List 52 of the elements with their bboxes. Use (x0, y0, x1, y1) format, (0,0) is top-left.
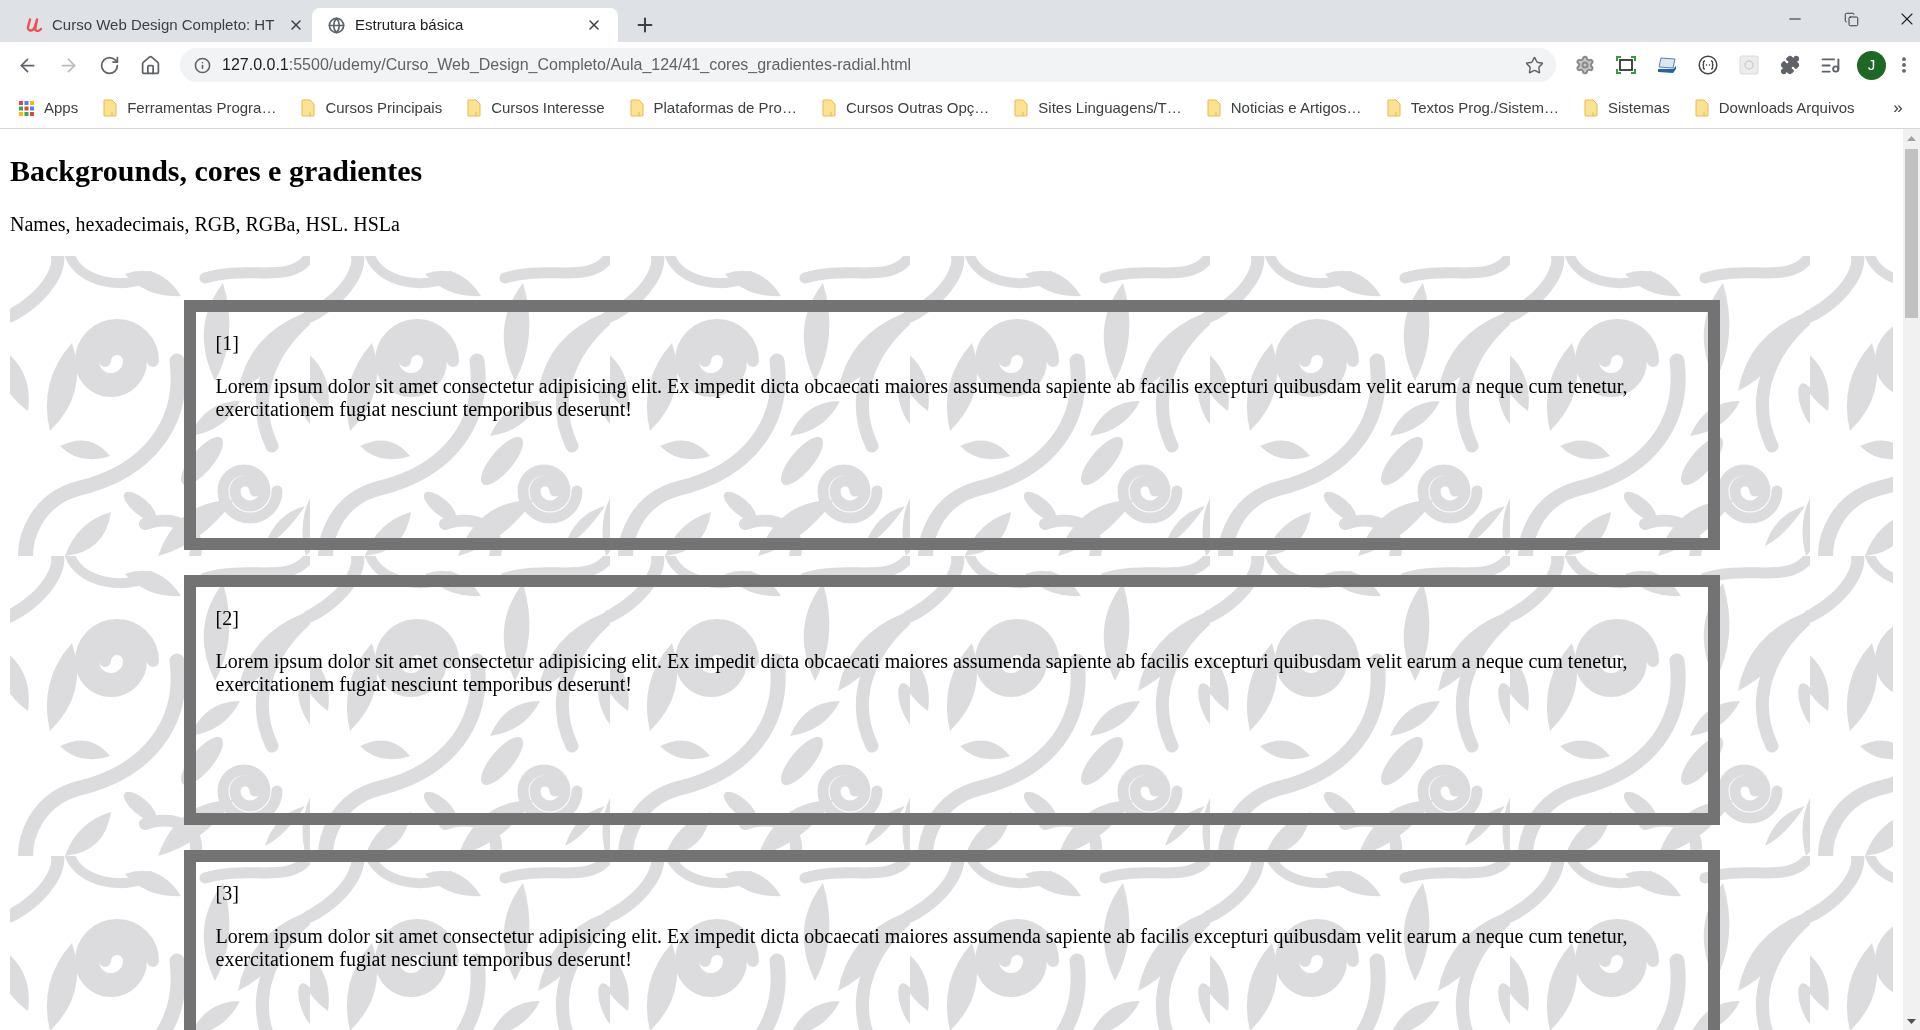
more-bookmarks-button[interactable]: » (1886, 94, 1910, 122)
apps-grid-icon (19, 100, 34, 116)
bookmark-star-icon[interactable] (1525, 55, 1544, 75)
box-number: [3] (215, 882, 240, 905)
box-text: Lorem ipsum dolor sit amet consectetur adipisicing elit. Ex impedit dicta obcaecati maiores assumenda sapiente ab facilis excepturi quibusdam velit earum a neque cum tenetur, exercitationem fugiat nesciunt temporibus deserunt! (215, 375, 1629, 421)
bookmark-folder[interactable]: Plataformas de Pro… (621, 94, 805, 122)
page-heading: Backgrounds, cores e gradientes (10, 154, 424, 188)
folder-icon (821, 99, 836, 117)
bookmark-folder[interactable]: Textos Prog./Sistem… (1378, 94, 1567, 122)
profile-avatar[interactable]: J (1857, 50, 1886, 80)
folder-icon (301, 99, 316, 117)
restore-icon[interactable] (1844, 11, 1859, 27)
site-logo-icon (26, 17, 43, 33)
tab-close-icon[interactable] (288, 17, 304, 33)
extensions-puzzle-icon[interactable] (1779, 55, 1800, 75)
browser-tab[interactable]: Estrutura básica (312, 8, 618, 42)
browser-tab[interactable]: Curso Web Design Completo: HT (12, 8, 312, 42)
screen-capture-icon[interactable] (1615, 56, 1636, 74)
faded-tile-icon[interactable] (1738, 55, 1759, 75)
braces-circle-icon[interactable] (1697, 55, 1718, 75)
box-number: [1] (215, 332, 240, 355)
folder-icon (1206, 99, 1221, 117)
bookmark-folder[interactable]: Downloads Arquivos (1686, 94, 1863, 122)
folder-icon (1584, 99, 1598, 117)
bookmark-folder[interactable]: Ferramentas Progra… (95, 94, 285, 122)
reload-icon[interactable] (98, 54, 120, 76)
scroll-down-icon[interactable] (1907, 1019, 1916, 1024)
tab-close-icon[interactable] (586, 17, 602, 33)
folder-icon (467, 99, 482, 117)
folder-icon (1014, 99, 1029, 117)
page-subtitle: Names, hexadecimais, RGB, RGBa, HSL. HSLa (10, 213, 401, 236)
bookmark-folder[interactable]: Noticias e Artigos… (1198, 94, 1370, 122)
gear-icon[interactable] (1574, 55, 1595, 75)
folder-icon (103, 99, 118, 117)
folder-icon (1386, 99, 1401, 117)
box-number: [2] (215, 607, 240, 630)
address-field[interactable]: 127.0.0.1:5500/udemy/Curso_Web_Design_Completo/Aula_124/41_cores_gradientes-radial.html (180, 48, 1556, 82)
home-icon[interactable] (139, 54, 161, 76)
box-text: Lorem ipsum dolor sit amet consectetur adipisicing elit. Ex impedit dicta obcaecati maiores assumenda sapiente ab facilis excepturi quibusdam velit earum a neque cum tenetur, exercitationem fugiat nesciunt temporibus deserunt! (215, 650, 1629, 696)
folder-icon (1694, 99, 1709, 117)
bookmark-folder[interactable]: Cursos Outras Opç… (813, 94, 998, 122)
site-info-icon[interactable] (194, 56, 211, 74)
bookmark-folder[interactable]: Sites Linguagens/T… (1006, 94, 1190, 122)
globe-icon (328, 16, 345, 34)
apps-bookmark[interactable]: Apps (11, 94, 87, 122)
bookmark-folder[interactable]: Sistemas (1576, 94, 1678, 122)
notebook-icon[interactable] (1656, 56, 1677, 74)
folder-icon (629, 99, 644, 117)
scrollbar-thumb[interactable] (1905, 149, 1918, 318)
box-text: Lorem ipsum dolor sit amet consectetur adipisicing elit. Ex impedit dicta obcaecati maiores assumenda sapiente ab facilis excepturi quibusdam velit earum a neque cum tenetur, exercitationem fugiat nesciunt temporibus deserunt! (215, 925, 1629, 971)
bookmark-folder[interactable]: Cursos Interesse (459, 94, 613, 122)
bookmark-folder[interactable]: Cursos Principais (293, 94, 451, 122)
